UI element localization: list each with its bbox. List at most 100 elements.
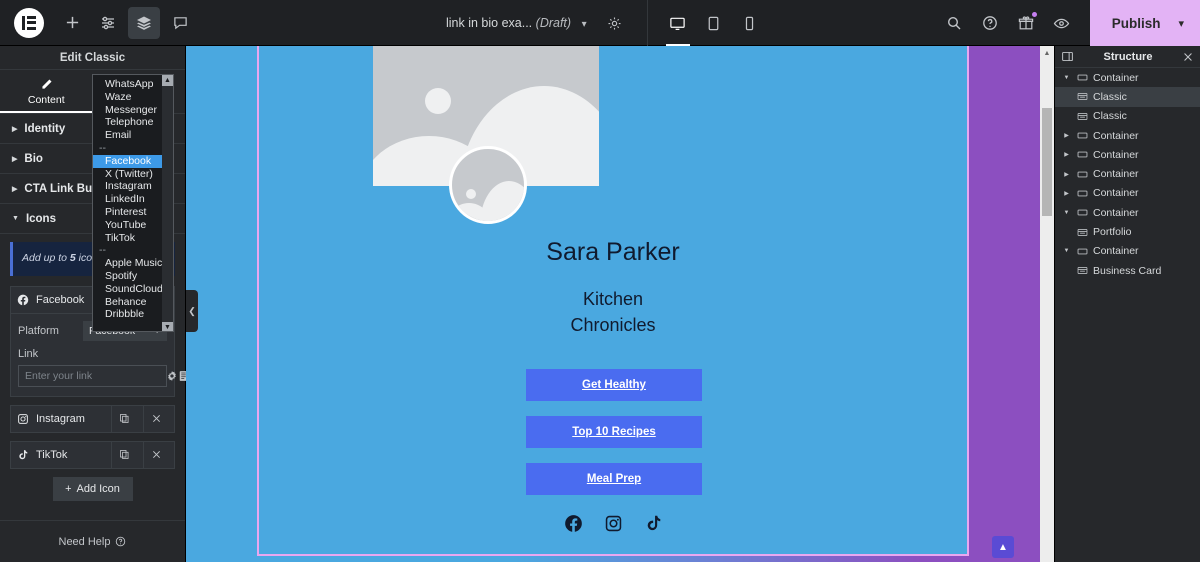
repeater-item-label: Instagram — [36, 412, 85, 425]
add-icon-label: Add Icon — [76, 482, 120, 495]
chevron-down-icon[interactable]: ▼ — [1061, 248, 1072, 254]
caret-down-icon[interactable]: ▼ — [162, 322, 173, 331]
chevron-right-icon[interactable]: ▶ — [1061, 190, 1072, 197]
tab-content[interactable]: Content — [0, 70, 93, 113]
facebook-icon[interactable] — [564, 514, 583, 533]
copy-icon[interactable] — [111, 405, 136, 432]
tree-row-label: Container — [1093, 129, 1139, 142]
tree-row-container[interactable]: ▼ Container — [1055, 203, 1200, 222]
layers-icon[interactable] — [128, 6, 160, 39]
add-icon-button[interactable]: + Add Icon — [52, 476, 133, 501]
close-icon[interactable] — [143, 405, 168, 432]
need-help-button[interactable]: Need Help — [0, 520, 185, 562]
selected-container-frame[interactable]: Sara Parker Kitchen Chronicles Get Healt… — [257, 46, 969, 556]
plus-icon: + — [65, 482, 72, 495]
publish-button[interactable]: Publish — [1089, 0, 1179, 46]
platform-dropdown-list[interactable]: WhatsApp Waze Messenger Telephone Email … — [92, 74, 174, 332]
dropdown-option-facebook[interactable]: Facebook — [93, 154, 173, 168]
dropdown-option-youtube[interactable]: YouTube — [93, 219, 173, 232]
tree-row-container[interactable]: ▼ Container — [1055, 242, 1200, 261]
caret-up-icon[interactable]: ▲ — [162, 75, 173, 86]
dropdown-option-soundcloud[interactable]: SoundCloud — [93, 283, 173, 296]
help-circle-icon[interactable] — [974, 7, 1006, 39]
gear-icon[interactable] — [599, 7, 631, 39]
notification-dot — [1031, 12, 1037, 17]
sliders-icon[interactable] — [92, 7, 124, 39]
scrollbar-thumb[interactable] — [1042, 108, 1052, 216]
scrollbar-up-arrow-icon[interactable]: ▲ — [1040, 46, 1054, 60]
comment-icon[interactable] — [164, 7, 196, 39]
container-icon — [1077, 207, 1088, 218]
chevron-down-icon[interactable]: ▼ — [1061, 75, 1072, 81]
plus-icon[interactable] — [56, 7, 88, 39]
tree-row-container[interactable]: ▼ Container — [1055, 68, 1200, 87]
link-input[interactable] — [19, 365, 166, 386]
elementor-logo-icon[interactable] — [14, 7, 44, 38]
tree-row-label: Classic — [1093, 110, 1127, 123]
chevron-right-icon[interactable]: ▶ — [1061, 151, 1072, 158]
publish-options-chevron-down-icon[interactable]: ▾ — [1178, 0, 1200, 46]
chevron-down-icon[interactable]: ▼ — [1061, 210, 1072, 216]
cta-button-1-label: Get Healthy — [582, 379, 646, 391]
instagram-icon[interactable] — [604, 514, 623, 533]
dropdown-option-spotify[interactable]: Spotify — [93, 270, 173, 283]
profile-name[interactable]: Sara Parker — [259, 238, 967, 267]
close-icon[interactable] — [1182, 51, 1194, 63]
section-cta-label: CTA Link Butt — [24, 182, 100, 195]
dropdown-option-email[interactable]: Email — [93, 129, 173, 142]
tree-row-portfolio[interactable]: Portfolio — [1055, 222, 1200, 241]
search-icon[interactable] — [938, 7, 970, 39]
dropdown-option-messenger[interactable]: Messenger — [93, 104, 173, 117]
dropdown-option-waze[interactable]: Waze — [93, 91, 173, 104]
dropdown-option-dribbble[interactable]: Dribbble — [93, 308, 173, 321]
tree-row-container[interactable]: ▶ Container — [1055, 126, 1200, 145]
dropdown-option-pinterest[interactable]: Pinterest — [93, 206, 173, 219]
container-icon — [1077, 169, 1088, 180]
cta-button-1[interactable]: Get Healthy — [526, 369, 702, 401]
tiktok-icon[interactable] — [644, 514, 663, 533]
scroll-to-top-button[interactable]: ▲ — [992, 536, 1014, 558]
dropdown-option-linkedin[interactable]: LinkedIn — [93, 193, 173, 206]
dropdown-option-x-twitter[interactable]: X (Twitter) — [93, 168, 173, 181]
eye-icon[interactable] — [1046, 7, 1078, 39]
repeater-item-header[interactable]: Instagram — [11, 405, 174, 432]
avatar[interactable] — [449, 146, 527, 224]
chevron-down-icon: ▼ — [12, 215, 19, 222]
document-title[interactable]: link in bio exa... (Draft) ▾ — [446, 16, 587, 30]
dropdown-options: WhatsApp Waze Messenger Telephone Email … — [93, 75, 173, 321]
dropdown-option-tiktok[interactable]: TikTok — [93, 232, 173, 245]
mobile-icon[interactable] — [732, 0, 768, 46]
structure-panel-title: Structure — [1103, 50, 1153, 63]
tree-row-container[interactable]: ▶ Container — [1055, 184, 1200, 203]
avatar-sun-shape — [466, 189, 476, 199]
tablet-icon[interactable] — [696, 0, 732, 46]
dropdown-option-whatsapp[interactable]: WhatsApp — [93, 78, 173, 91]
close-icon[interactable] — [143, 441, 168, 468]
tree-row-container[interactable]: ▶ Container — [1055, 164, 1200, 183]
dropdown-option-telephone[interactable]: Telephone — [93, 116, 173, 129]
tree-row-business-card[interactable]: Business Card — [1055, 261, 1200, 280]
repeater-item-label: TikTok — [36, 448, 68, 461]
repeater-item-tiktok: TikTok — [10, 440, 175, 469]
copy-icon[interactable] — [111, 441, 136, 468]
dropdown-option-instagram[interactable]: Instagram — [93, 180, 173, 193]
cta-button-2[interactable]: Top 10 Recipes — [526, 416, 702, 448]
tree-row-classic-selected[interactable]: Classic — [1055, 87, 1200, 107]
chevron-right-icon[interactable]: ▶ — [1061, 132, 1072, 139]
canvas-scrollbar[interactable]: ▲ — [1040, 46, 1054, 562]
gear-icon[interactable] — [166, 366, 178, 386]
dropdown-option-apple-music[interactable]: Apple Music — [93, 257, 173, 270]
cta-button-3[interactable]: Meal Prep — [526, 463, 702, 495]
desktop-icon[interactable] — [660, 0, 696, 46]
profile-bio[interactable]: Kitchen Chronicles — [259, 286, 967, 338]
gift-icon[interactable] — [1010, 7, 1042, 39]
repeater-item-header[interactable]: TikTok — [11, 441, 174, 468]
chevron-down-icon[interactable]: ▾ — [582, 19, 587, 30]
tree-row-container[interactable]: ▶ Container — [1055, 145, 1200, 164]
panel-collapse-handle[interactable]: ❮ — [186, 290, 198, 332]
chevron-right-icon[interactable]: ▶ — [1061, 171, 1072, 178]
dropdown-option-behance[interactable]: Behance — [93, 296, 173, 309]
dropdown-scrollbar[interactable]: ▲ ▼ — [162, 75, 173, 331]
tree-row-classic[interactable]: Classic — [1055, 107, 1200, 126]
panel-toggle-icon[interactable] — [1061, 50, 1074, 63]
